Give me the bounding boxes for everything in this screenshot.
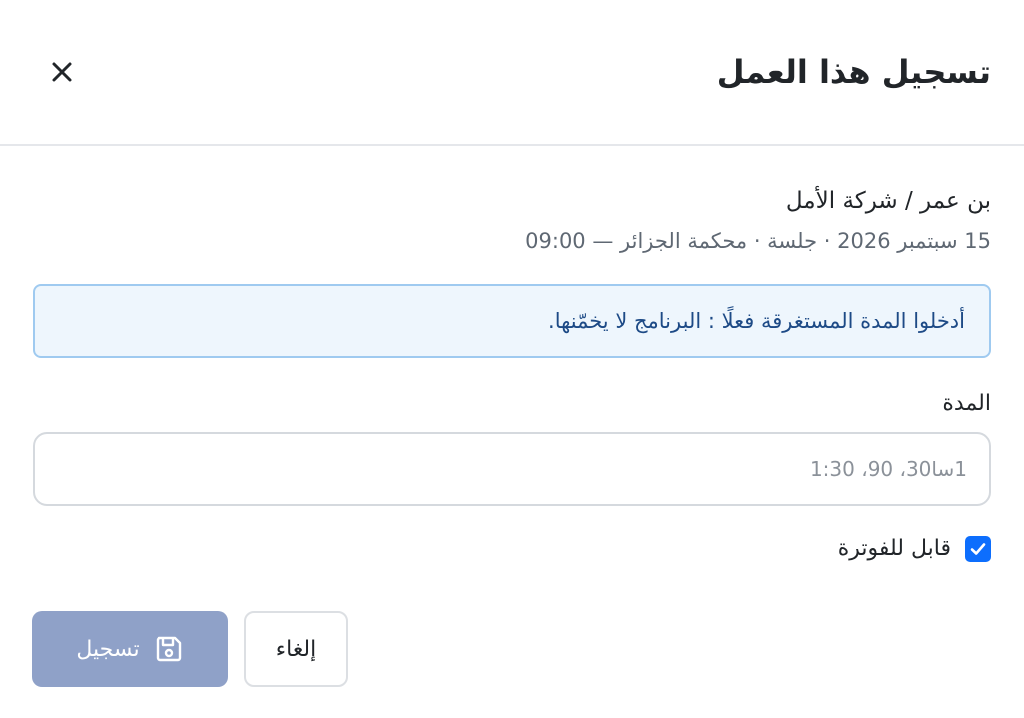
checkmark-icon <box>970 543 986 555</box>
matter-meta: 15 سبتمبر 2026 · جلسة · محكمة الجزائر — … <box>525 229 991 253</box>
log-work-dialog: تسجيل هذا العمل بن عمر / شركة الأمل 15 س… <box>0 0 1024 718</box>
save-button-label: تسجيل <box>76 636 140 662</box>
info-alert: أدخلوا المدة المستغرقة فعلًا : البرنامج … <box>33 284 991 358</box>
info-alert-text: أدخلوا المدة المستغرقة فعلًا : البرنامج … <box>548 309 965 333</box>
billable-checkbox[interactable] <box>965 536 991 562</box>
save-button[interactable]: تسجيل <box>32 611 228 687</box>
cancel-button-label: إلغاء <box>275 636 317 662</box>
duration-label: المدة <box>942 391 991 416</box>
close-icon <box>52 62 72 82</box>
billable-row: قابل للفوترة <box>838 532 991 566</box>
dialog-header: تسجيل هذا العمل <box>0 0 1024 146</box>
cancel-button[interactable]: إلغاء <box>244 611 348 687</box>
floppy-disk-icon <box>156 636 181 662</box>
close-button[interactable] <box>40 50 84 94</box>
dialog-title: تسجيل هذا العمل <box>716 53 991 91</box>
duration-input[interactable] <box>33 432 991 506</box>
billable-label[interactable]: قابل للفوترة <box>838 532 951 566</box>
matter-name: بن عمر / شركة الأمل <box>785 188 991 214</box>
